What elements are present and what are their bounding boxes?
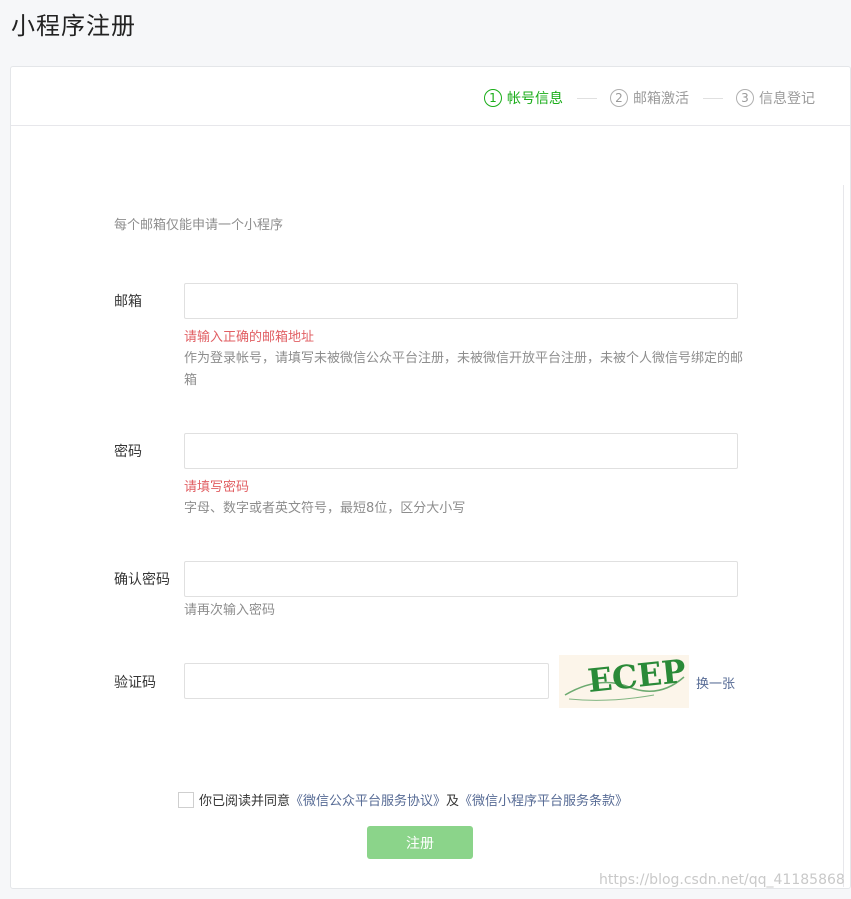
step-indicator: 1 帐号信息 2 邮箱激活 3 信息登记 (11, 67, 850, 126)
password-tip: 字母、数字或者英文符号，最短8位，区分大小写 (184, 501, 466, 516)
service-terms-link[interactable]: 《微信小程序平台服务条款》 (459, 790, 628, 809)
step-connector (577, 98, 597, 99)
form-notice: 每个邮箱仅能申请一个小程序 (114, 218, 284, 233)
step-label: 信息登记 (759, 91, 815, 107)
step-number: 3 (736, 89, 754, 107)
service-agreement-link[interactable]: 《微信公众平台服务协议》 (290, 790, 446, 809)
agreement-prefix: 你已阅读并同意 (199, 794, 291, 809)
step-label: 帐号信息 (507, 91, 563, 107)
page-title: 小程序注册 (11, 12, 136, 40)
step-label: 邮箱激活 (633, 91, 689, 107)
step-number: 2 (610, 89, 628, 107)
step-account-info: 1 帐号信息 (484, 88, 563, 108)
captcha-input[interactable] (184, 663, 549, 699)
password-input[interactable] (184, 433, 738, 469)
password-error: 请填写密码 (184, 480, 250, 495)
email-input[interactable] (184, 283, 738, 319)
step-email-activation: 2 邮箱激活 (610, 88, 689, 108)
agreement-row: 你已阅读并同意 《微信公众平台服务协议》 及 《微信小程序平台服务条款》 (178, 790, 628, 809)
registration-card: 1 帐号信息 2 邮箱激活 3 信息登记 每个邮箱仅能申请一个小程序 邮箱 请输… (10, 66, 851, 889)
register-button[interactable]: 注册 (367, 826, 473, 859)
agreement-checkbox[interactable] (178, 791, 194, 808)
captcha-image[interactable]: ECEP (559, 655, 689, 708)
step-info-registration: 3 信息登记 (736, 88, 815, 108)
agreement-middle: 及 (446, 794, 460, 809)
confirm-password-tip: 请再次输入密码 (184, 603, 276, 618)
inner-divider (843, 185, 844, 887)
step-number: 1 (484, 89, 502, 107)
confirm-password-input[interactable] (184, 561, 738, 597)
captcha-label: 验证码 (114, 675, 156, 691)
captcha-graphic: ECEP (559, 655, 689, 708)
confirm-password-label: 确认密码 (114, 572, 170, 588)
email-tip: 作为登录帐号，请填写未被微信公众平台注册，未被微信开放平台注册，未被个人微信号绑… (184, 351, 744, 388)
email-label: 邮箱 (114, 294, 142, 310)
step-connector (703, 98, 723, 99)
captcha-refresh-link[interactable]: 换一张 (696, 673, 735, 692)
watermark: https://blog.csdn.net/qq_41185868 (599, 872, 845, 888)
password-label: 密码 (114, 444, 142, 460)
email-error: 请输入正确的邮箱地址 (184, 330, 315, 345)
